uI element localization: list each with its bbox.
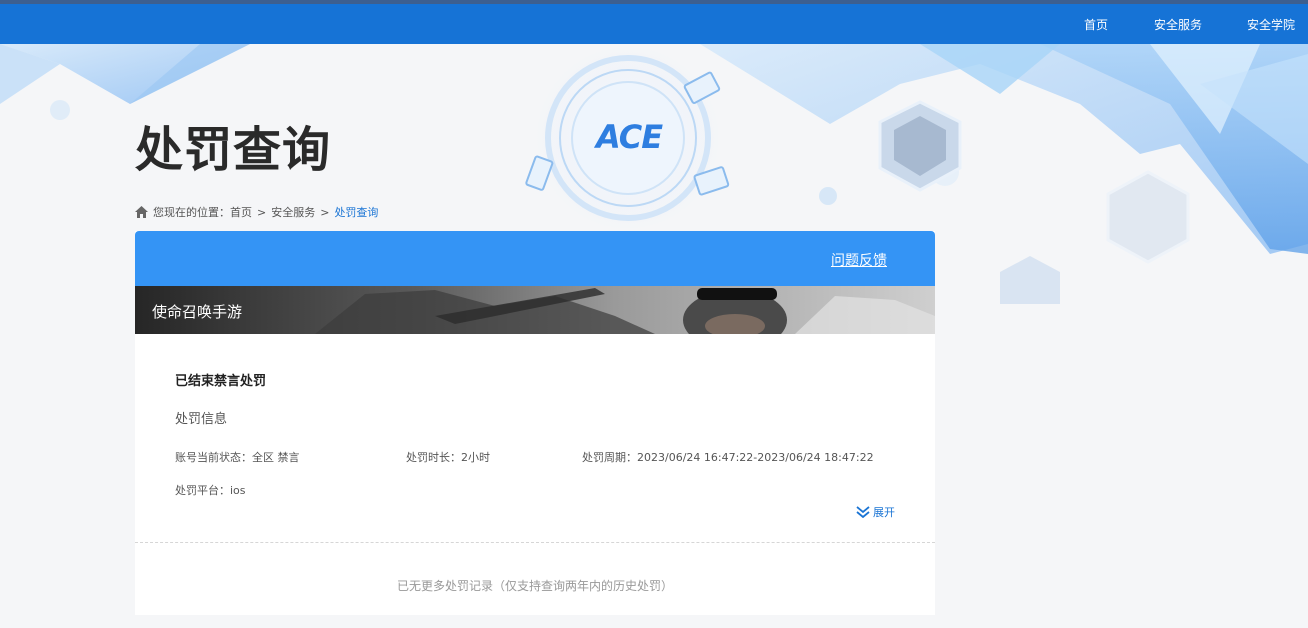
top-navbar: 首页 安全服务 安全学院 (0, 4, 1308, 44)
breadcrumb-separator: > (257, 205, 267, 219)
nav-security-service-link[interactable]: 安全服务 (1154, 16, 1202, 33)
breadcrumb-separator: > (320, 205, 330, 219)
record-info-heading: 处罚信息 (175, 412, 228, 427)
ace-logo: ACE (595, 118, 663, 156)
penalty-record: 已结束禁言处罚 处罚信息 账号当前状态：全区 禁言 处罚时长：2小时 处罚周期：… (135, 334, 935, 542)
nav-home-link[interactable]: 首页 (1084, 16, 1108, 33)
breadcrumb: 您现在的位置： 首页 > 安全服务 > 处罚查询 (135, 204, 378, 220)
expand-button[interactable]: 展开 (856, 504, 895, 520)
panel-header: 问题反馈 (135, 231, 935, 286)
home-icon (135, 206, 148, 218)
game-banner-art (135, 286, 935, 334)
platform-field: 处罚平台：ios (175, 484, 246, 497)
end-of-records-note: 已无更多处罚记录（仅支持查询两年内的历史处罚） (396, 579, 673, 593)
period-field: 处罚周期：2023/06/24 16:47:22-2023/06/24 18:4… (582, 451, 874, 464)
record-status-title: 已结束禁言处罚 (175, 374, 267, 389)
duration-field: 处罚时长：2小时 (406, 451, 490, 464)
chevron-double-down-icon (856, 506, 870, 518)
feedback-link[interactable]: 问题反馈 (831, 250, 887, 270)
account-status-field: 账号当前状态：全区 禁言 (175, 451, 300, 464)
breadcrumb-home[interactable]: 首页 (230, 204, 252, 220)
page-title: 处罚查询 (135, 122, 332, 178)
breadcrumb-prefix: 您现在的位置： (153, 206, 230, 219)
expand-label: 展开 (873, 506, 895, 519)
penalty-panel: 问题反馈 使命召唤手游 已结束禁言处罚 处罚信息 账号当前状态：全区 禁言 处罚… (135, 231, 935, 615)
game-banner: 使命召唤手游 (135, 286, 935, 334)
breadcrumb-security-service[interactable]: 安全服务 (271, 204, 315, 220)
nav-security-academy-link[interactable]: 安全学院 (1247, 16, 1295, 33)
game-name: 使命召唤手游 (152, 303, 243, 321)
breadcrumb-current: 处罚查询 (334, 206, 379, 219)
